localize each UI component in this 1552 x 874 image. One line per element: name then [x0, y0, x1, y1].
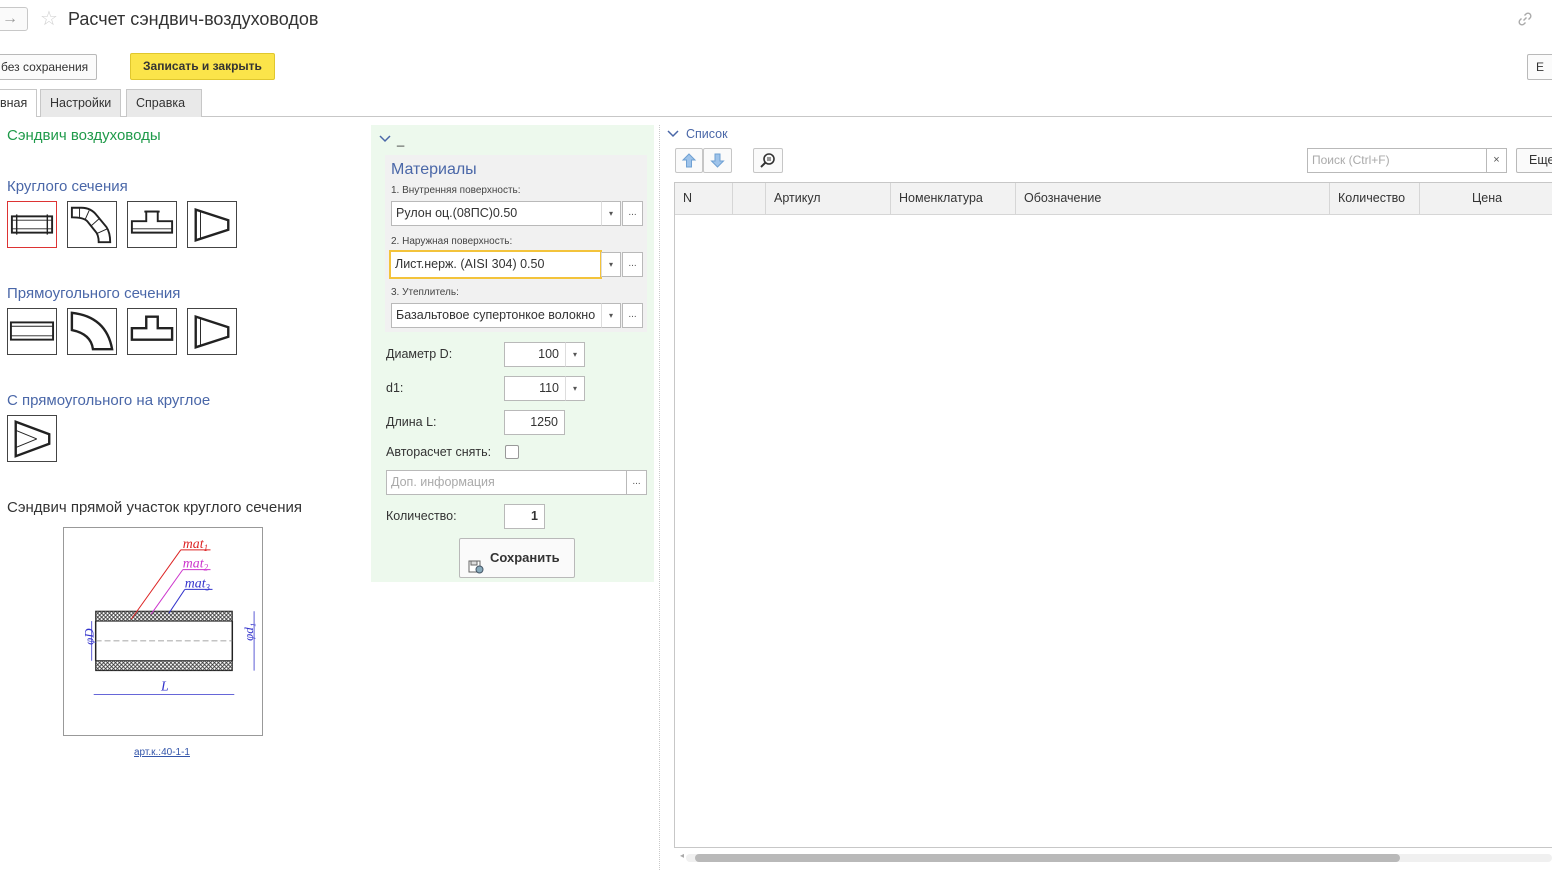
diameter-dropdown-icon[interactable]: ▾ — [565, 342, 585, 367]
panel-divider — [659, 125, 660, 870]
move-down-button[interactable] — [703, 148, 732, 173]
insulation-dropdown-icon[interactable]: ▾ — [601, 303, 621, 328]
d1-dropdown-icon[interactable]: ▾ — [565, 376, 585, 401]
magnifier-icon — [760, 153, 775, 168]
rect-straight-icon[interactable] — [7, 308, 57, 355]
diameter-input[interactable]: 100 — [504, 342, 566, 367]
duct-drawing-image: mat1 mat2 mat3 φD φd₁ L — [63, 527, 263, 736]
insulation-label: 3. Утеплитель: — [391, 287, 459, 298]
inner-surface-field[interactable]: Рулон оц.(08ПС)0.50 — [391, 201, 602, 226]
horizontal-scroll-thumb[interactable] — [695, 854, 1400, 862]
group-title: _ — [397, 132, 405, 147]
transition-heading: С прямоугольного на круглое — [7, 392, 211, 409]
save-button-label: Сохранить — [490, 550, 560, 565]
table-header: N Артикул Номенклатура Обозначение Колич… — [675, 183, 1552, 215]
rect-to-round-transition-icon[interactable] — [7, 415, 57, 462]
rect-elbow-icon[interactable] — [67, 308, 117, 355]
round-elbow-icon[interactable] — [67, 201, 117, 248]
sandwich-ducts-heading: Сэндвич воздуховоды — [7, 127, 161, 144]
diameter-D-label: φD — [83, 628, 97, 645]
inner-surface-dropdown-icon[interactable]: ▾ — [601, 201, 621, 226]
autocalc-checkbox[interactable] — [505, 445, 519, 459]
round-reducer-icon[interactable] — [187, 201, 237, 248]
rect-tee-icon[interactable] — [127, 308, 177, 355]
diameter-label: Диаметр D: — [386, 347, 453, 361]
column-header-nomenclature[interactable]: Номенклатура — [891, 183, 1016, 214]
save-button[interactable]: Сохранить — [459, 538, 575, 578]
save-icon — [468, 551, 484, 589]
quantity-input[interactable]: 1 — [504, 504, 545, 529]
move-up-button[interactable] — [675, 148, 703, 173]
arrow-up-icon — [681, 153, 697, 168]
d1-label: d1: — [386, 381, 404, 395]
outer-surface-dropdown-icon[interactable]: ▾ — [601, 252, 621, 277]
extra-info-input[interactable]: Доп. информация — [386, 470, 627, 495]
link-icon[interactable] — [1516, 10, 1534, 28]
arrow-down-icon — [710, 153, 725, 168]
tab-main[interactable]: вная — [0, 89, 38, 117]
clear-search-button[interactable]: × — [1486, 148, 1507, 173]
tab-help[interactable]: Справка — [126, 89, 202, 117]
more-button[interactable]: Еще — [1516, 148, 1552, 173]
column-header-icon[interactable] — [733, 183, 766, 214]
rect-reducer-icon[interactable] — [187, 308, 237, 355]
outer-surface-label: 2. Наружная поверхность: — [391, 236, 513, 247]
preview-caption: Сэндвич прямой участок круглого сечения — [7, 499, 302, 516]
article-link[interactable]: арт.к.:40-1-1 — [134, 747, 190, 758]
materials-title: Материалы — [391, 161, 477, 178]
scroll-left-icon[interactable]: ◂ — [680, 851, 684, 860]
d1-input[interactable]: 110 — [504, 376, 566, 401]
insulation-select-button[interactable]: ... — [622, 303, 643, 328]
extra-info-select-button[interactable]: ... — [626, 470, 647, 495]
outer-surface-select-button[interactable]: ... — [622, 252, 643, 277]
inner-surface-label: 1. Внутренняя поверхность: — [391, 185, 521, 196]
round-section-heading: Круглого сечения — [7, 178, 128, 195]
column-header-n[interactable]: N — [675, 183, 733, 214]
length-L-label: L — [160, 678, 169, 693]
autocalc-label: Авторасчет снять: — [386, 445, 492, 459]
forward-button[interactable]: → — [0, 7, 28, 31]
list-collapse-chevron-icon[interactable] — [667, 128, 679, 142]
more-actions-button[interactable]: Е — [1527, 54, 1552, 80]
save-and-close-button[interactable]: Записать и закрыть — [130, 53, 275, 80]
close-without-saving-button[interactable]: и без сохранения — [0, 54, 98, 80]
window-title: Расчет сэндвич-воздуховодов — [68, 9, 319, 29]
column-header-designation[interactable]: Обозначение — [1016, 183, 1330, 214]
column-header-quantity[interactable]: Количество — [1330, 183, 1420, 214]
length-input[interactable]: 1250 — [504, 410, 565, 435]
outer-surface-field[interactable]: Лист.нерж. (AISI 304) 0.50 — [389, 250, 602, 279]
mat3-label: mat3 — [185, 575, 211, 592]
quantity-label: Количество: — [386, 509, 457, 523]
length-label: Длина L: — [386, 415, 437, 429]
favorite-star-icon[interactable]: ☆ — [40, 8, 58, 30]
search-input[interactable]: Поиск (Ctrl+F) — [1307, 148, 1487, 173]
chevron-down-icon[interactable] — [379, 133, 391, 147]
mat1-label: mat1 — [183, 536, 208, 553]
rect-section-heading: Прямоугольного сечения — [7, 285, 181, 302]
diameter-d1-label: φd₁ — [242, 623, 256, 641]
mat2-label: mat2 — [183, 556, 209, 573]
column-header-price[interactable]: Цена — [1420, 183, 1552, 214]
round-tee-icon[interactable] — [127, 201, 177, 248]
list-title: Список — [686, 127, 728, 141]
tabs-divider — [0, 116, 1552, 117]
items-table[interactable]: N Артикул Номенклатура Обозначение Колич… — [674, 182, 1552, 848]
insulation-field[interactable]: Базальтовое супертонкое волокно — [391, 303, 602, 328]
find-button[interactable] — [753, 148, 783, 173]
column-header-article[interactable]: Артикул — [766, 183, 891, 214]
inner-surface-select-button[interactable]: ... — [622, 201, 643, 226]
tab-settings[interactable]: Настройки — [40, 89, 122, 117]
round-straight-icon[interactable] — [7, 201, 57, 248]
